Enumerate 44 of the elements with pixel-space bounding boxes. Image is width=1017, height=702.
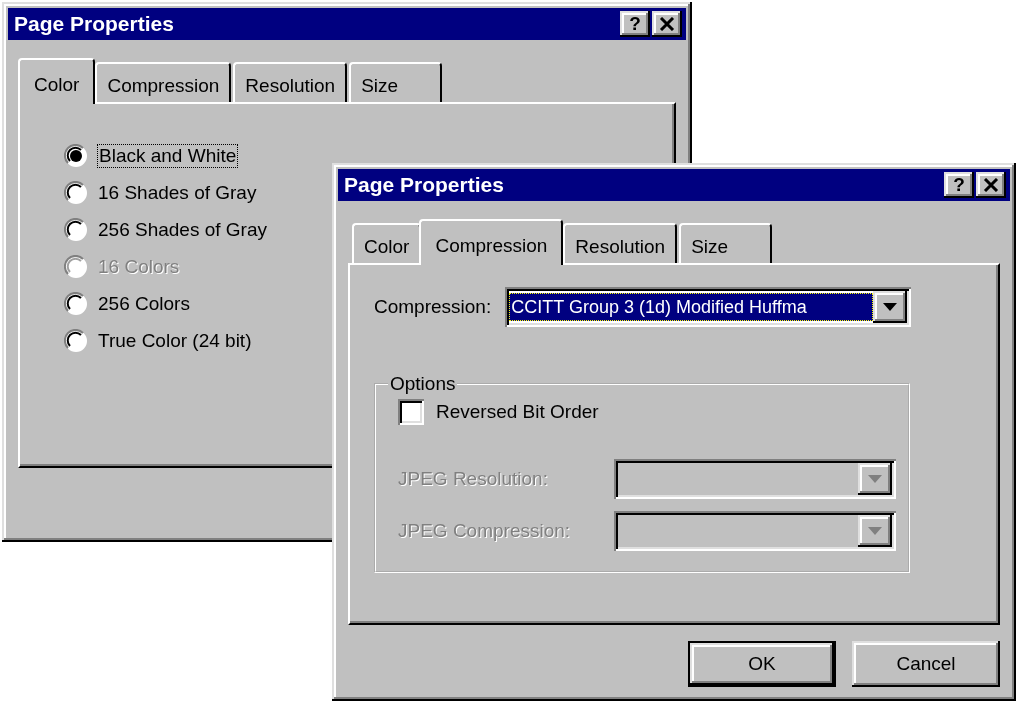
dropdown-button[interactable]: [873, 291, 908, 323]
help-button[interactable]: ?: [944, 172, 974, 198]
group-title: Options: [389, 373, 457, 395]
checkbox-label[interactable]: Reversed Bit Order: [436, 401, 599, 423]
radio-label[interactable]: 256 Shades of Gray: [98, 219, 267, 241]
caret-icon: [868, 475, 882, 483]
tab[interactable]: Color: [18, 58, 96, 104]
checkbox[interactable]: [398, 399, 424, 425]
close-button[interactable]: [976, 172, 1006, 198]
tab[interactable]: Size: [679, 223, 773, 263]
close-icon: [983, 178, 999, 192]
dropdown[interactable]: [614, 511, 896, 551]
dropdown[interactable]: [614, 459, 896, 499]
tab[interactable]: Resolution: [233, 62, 348, 102]
radio-label[interactable]: Black and White: [98, 145, 238, 167]
help-button[interactable]: ?: [620, 11, 650, 37]
compression-label: Compression:: [374, 296, 492, 318]
tab[interactable]: Size: [349, 62, 443, 102]
tab[interactable]: Color: [352, 223, 422, 263]
radio-button[interactable]: [64, 329, 88, 353]
radio-button[interactable]: [64, 218, 88, 242]
caret-icon: [868, 527, 882, 535]
dropdown-button[interactable]: [858, 515, 892, 547]
close-button[interactable]: [652, 11, 682, 37]
caret-icon: [883, 303, 898, 311]
radio-button[interactable]: [64, 292, 88, 316]
window-title: Page Properties: [14, 12, 175, 36]
radio-label[interactable]: 16 Shades of Gray: [98, 182, 257, 204]
field-label: JPEG Compression:: [398, 520, 572, 542]
dropdown-value: CCITT Group 3 (1d) Modified Huffma: [509, 293, 874, 321]
tab[interactable]: Compression: [95, 62, 232, 102]
compression-dropdown[interactable]: CCITT Group 3 (1d) Modified Huffma: [505, 287, 912, 327]
close-icon: [659, 17, 675, 31]
tab[interactable]: Compression: [419, 219, 564, 265]
radio-button[interactable]: [64, 181, 88, 205]
tab[interactable]: Resolution: [563, 223, 678, 263]
field-label: JPEG Resolution:: [398, 468, 549, 490]
radio-label[interactable]: 256 Colors: [98, 293, 190, 315]
window-title: Page Properties: [344, 173, 505, 197]
dropdown-button[interactable]: [858, 463, 892, 495]
dialog-button[interactable]: OK: [688, 641, 836, 687]
radio-label[interactable]: True Color (24 bit): [98, 330, 252, 352]
radio-button[interactable]: [64, 144, 88, 168]
dialog-button[interactable]: Cancel: [852, 641, 1000, 687]
